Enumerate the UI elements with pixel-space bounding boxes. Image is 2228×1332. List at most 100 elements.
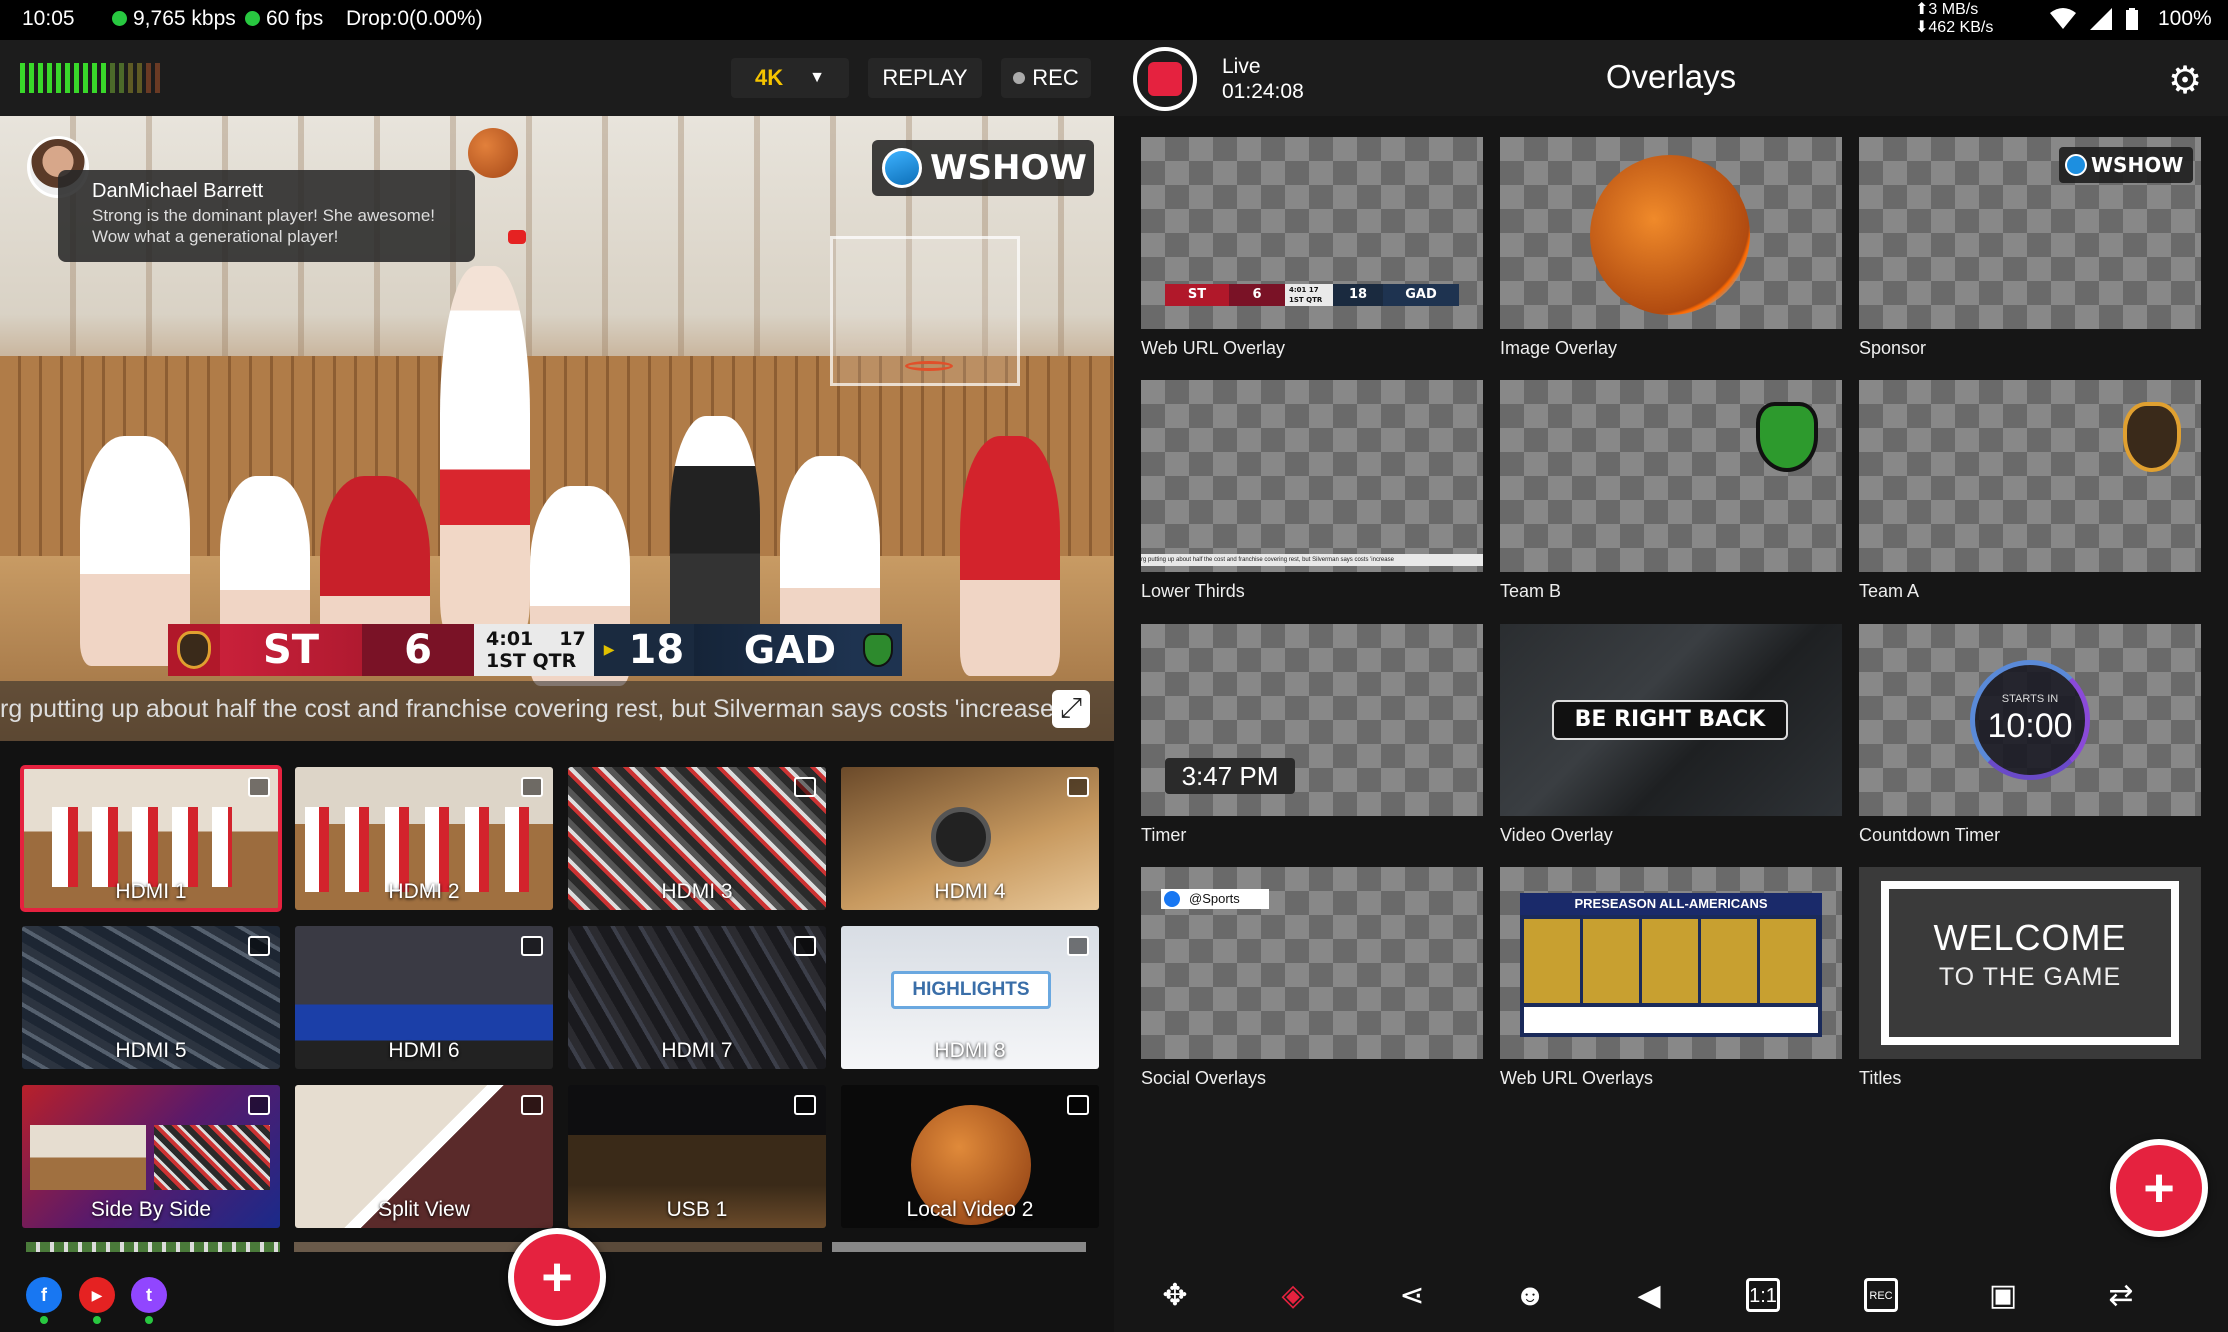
overlay-thumbnail: PRESEASON ALL-AMERICANS xyxy=(1500,867,1842,1059)
cast-icon[interactable] xyxy=(794,1095,816,1115)
chevron-down-icon: ▼ xyxy=(809,69,825,86)
welcome-line-1: WELCOME xyxy=(1933,917,2127,958)
fps-text: 60 fps xyxy=(266,7,324,30)
brb-banner: BE RIGHT BACK xyxy=(1552,700,1788,740)
overlay-thumbnail xyxy=(1859,380,2201,572)
overlay-thumbnail: STARTS IN 10:00 xyxy=(1859,624,2201,816)
cast-icon[interactable] xyxy=(521,936,543,956)
cast-icon[interactable] xyxy=(794,777,816,797)
overlay-sponsor[interactable]: WSHOW Sponsor xyxy=(1859,137,2201,359)
overlay-social[interactable]: @Sports Social Overlays xyxy=(1141,867,1483,1089)
possession-arrow-icon: ▶ xyxy=(603,642,615,658)
cast-icon[interactable] xyxy=(1067,1095,1089,1115)
countdown-ring: STARTS IN 10:00 xyxy=(1970,660,2090,780)
gear-icon[interactable]: ⚙ xyxy=(2168,58,2202,103)
add-overlay-button[interactable]: + xyxy=(2110,1139,2208,1237)
side-left-image xyxy=(30,1125,146,1190)
away-team: GAD xyxy=(694,624,854,676)
globe-icon xyxy=(2065,154,2087,176)
away-score-value: 18 xyxy=(628,627,685,673)
share-icon[interactable]: ⋖ xyxy=(1391,1278,1433,1314)
cast-icon[interactable] xyxy=(794,936,816,956)
overlay-label: Sponsor xyxy=(1859,338,1927,358)
expand-icon[interactable]: ⤢ xyxy=(1052,690,1090,728)
overlay-web-url-2[interactable]: PRESEASON ALL-AMERICANS Web URL Overlays xyxy=(1500,867,1842,1089)
resolution-value: 4K xyxy=(755,65,784,90)
preseason-graphic: PRESEASON ALL-AMERICANS xyxy=(1520,893,1822,1037)
mini-away-score: 18 xyxy=(1333,284,1383,306)
facebook-icon xyxy=(1164,891,1180,907)
scenes-icon[interactable]: ✥ xyxy=(1154,1278,1196,1314)
countdown-label: STARTS IN xyxy=(2001,693,2059,705)
fps-indicator: 60 fps xyxy=(245,7,323,31)
countdown-value: 10:00 xyxy=(1987,707,2073,745)
replay-button[interactable]: REPLAY xyxy=(868,58,982,98)
game-clock-row: 4:01 17 xyxy=(486,628,594,650)
overlay-label: Titles xyxy=(1859,1068,1902,1088)
hoop-rim xyxy=(905,361,953,371)
overlay-web-url[interactable]: ST 6 4:01 17 1ST QTR 18 GAD Web URL Over… xyxy=(1141,137,1483,359)
gad-logo-icon xyxy=(854,624,902,676)
source-tile-hdmi-1[interactable]: HDMI 1 xyxy=(20,765,282,912)
battery-icon xyxy=(2126,8,2138,30)
source-tile-usb-1[interactable]: USB 1 xyxy=(568,1085,826,1228)
switch-camera-icon[interactable]: ⇄ xyxy=(2100,1278,2142,1314)
overlay-video[interactable]: BE RIGHT BACK Video Overlay xyxy=(1500,624,1842,846)
clock-text: 3:47 PM xyxy=(1165,758,1295,794)
rec-button[interactable]: REC xyxy=(1001,58,1091,98)
comments-icon[interactable]: ▣ xyxy=(1982,1278,2024,1314)
brand-text: WSHOW xyxy=(930,148,1087,188)
source-tile-hdmi-3[interactable]: HDMI 3 xyxy=(568,767,826,910)
overlay-team-b[interactable]: Team B xyxy=(1500,380,1842,602)
twitch-icon[interactable]: t xyxy=(131,1277,167,1313)
source-tile-hdmi-8[interactable]: HIGHLIGHTS HDMI 8 xyxy=(841,926,1099,1069)
resolution-dropdown[interactable]: 4K ▼ xyxy=(731,58,849,98)
cast-icon[interactable] xyxy=(248,1095,270,1115)
overlay-thumbnail: 3:47 PM xyxy=(1141,624,1483,816)
source-label: HDMI 6 xyxy=(388,1039,460,1062)
cast-icon[interactable] xyxy=(248,777,270,797)
source-tile-hdmi-4[interactable]: HDMI 4 xyxy=(841,767,1099,910)
upload-speed: ⬆3 MB/s xyxy=(1915,1,1979,18)
next-row-peek xyxy=(832,1242,1086,1252)
record-icon[interactable]: REC xyxy=(1864,1278,1898,1312)
overlay-image-tile[interactable]: Image Overlay xyxy=(1500,137,1842,359)
overlay-label: Image Overlay xyxy=(1500,338,1618,358)
aspect-ratio-icon[interactable]: 1:1 xyxy=(1746,1278,1780,1312)
source-tile-hdmi-5[interactable]: HDMI 5 xyxy=(22,926,280,1069)
overlay-thumbnail: ST 6 4:01 17 1ST QTR 18 GAD xyxy=(1141,137,1483,329)
mini-clock-period: 1ST QTR xyxy=(1289,296,1323,304)
overlay-label: Timer xyxy=(1141,825,1187,845)
source-label: HDMI 7 xyxy=(661,1039,733,1062)
overlay-label: Web URL Overlay xyxy=(1141,338,1286,358)
source-tile-local-video-2[interactable]: Local Video 2 xyxy=(841,1085,1099,1228)
wifi-icon xyxy=(2050,8,2076,29)
cast-icon[interactable] xyxy=(1067,936,1089,956)
cast-icon[interactable] xyxy=(248,936,270,956)
youtube-icon[interactable]: ▶ xyxy=(79,1277,115,1313)
facebook-icon[interactable]: f xyxy=(26,1277,62,1313)
source-tile-hdmi-6[interactable]: HDMI 6 xyxy=(295,926,553,1069)
layers-icon[interactable]: ◈ xyxy=(1272,1278,1314,1314)
battery-percent: 100% xyxy=(2158,7,2212,30)
cast-icon[interactable] xyxy=(521,1095,543,1115)
cast-icon[interactable] xyxy=(521,777,543,797)
audio-icon[interactable]: ◀ xyxy=(1628,1278,1670,1314)
source-tile-hdmi-2[interactable]: HDMI 2 xyxy=(295,767,553,910)
overlay-countdown-timer[interactable]: STARTS IN 10:00 Countdown Timer xyxy=(1859,624,2201,846)
program-preview[interactable]: DanMichael Barrett Strong is the dominan… xyxy=(0,116,1114,741)
overlay-titles[interactable]: WELCOME TO THE GAME Titles xyxy=(1859,867,2201,1089)
guests-icon[interactable]: ☻ xyxy=(1509,1278,1551,1314)
source-tile-split-view[interactable]: Split View xyxy=(295,1085,553,1228)
overlay-timer[interactable]: 3:47 PM Timer xyxy=(1141,624,1483,846)
overlay-lower-thirds[interactable]: rg putting up about half the cost and fr… xyxy=(1141,380,1483,602)
source-tile-side-by-side[interactable]: Side By Side xyxy=(22,1085,280,1228)
overlay-team-a[interactable]: Team A xyxy=(1859,380,2201,602)
cast-icon[interactable] xyxy=(1067,777,1089,797)
twitch-status-dot-icon xyxy=(145,1316,153,1324)
source-label: HDMI 3 xyxy=(661,880,733,903)
add-source-button[interactable]: + xyxy=(508,1228,606,1326)
welcome-title-card: WELCOME TO THE GAME xyxy=(1881,881,2179,1045)
fps-dot-icon xyxy=(245,11,260,26)
source-tile-hdmi-7[interactable]: HDMI 7 xyxy=(568,926,826,1069)
